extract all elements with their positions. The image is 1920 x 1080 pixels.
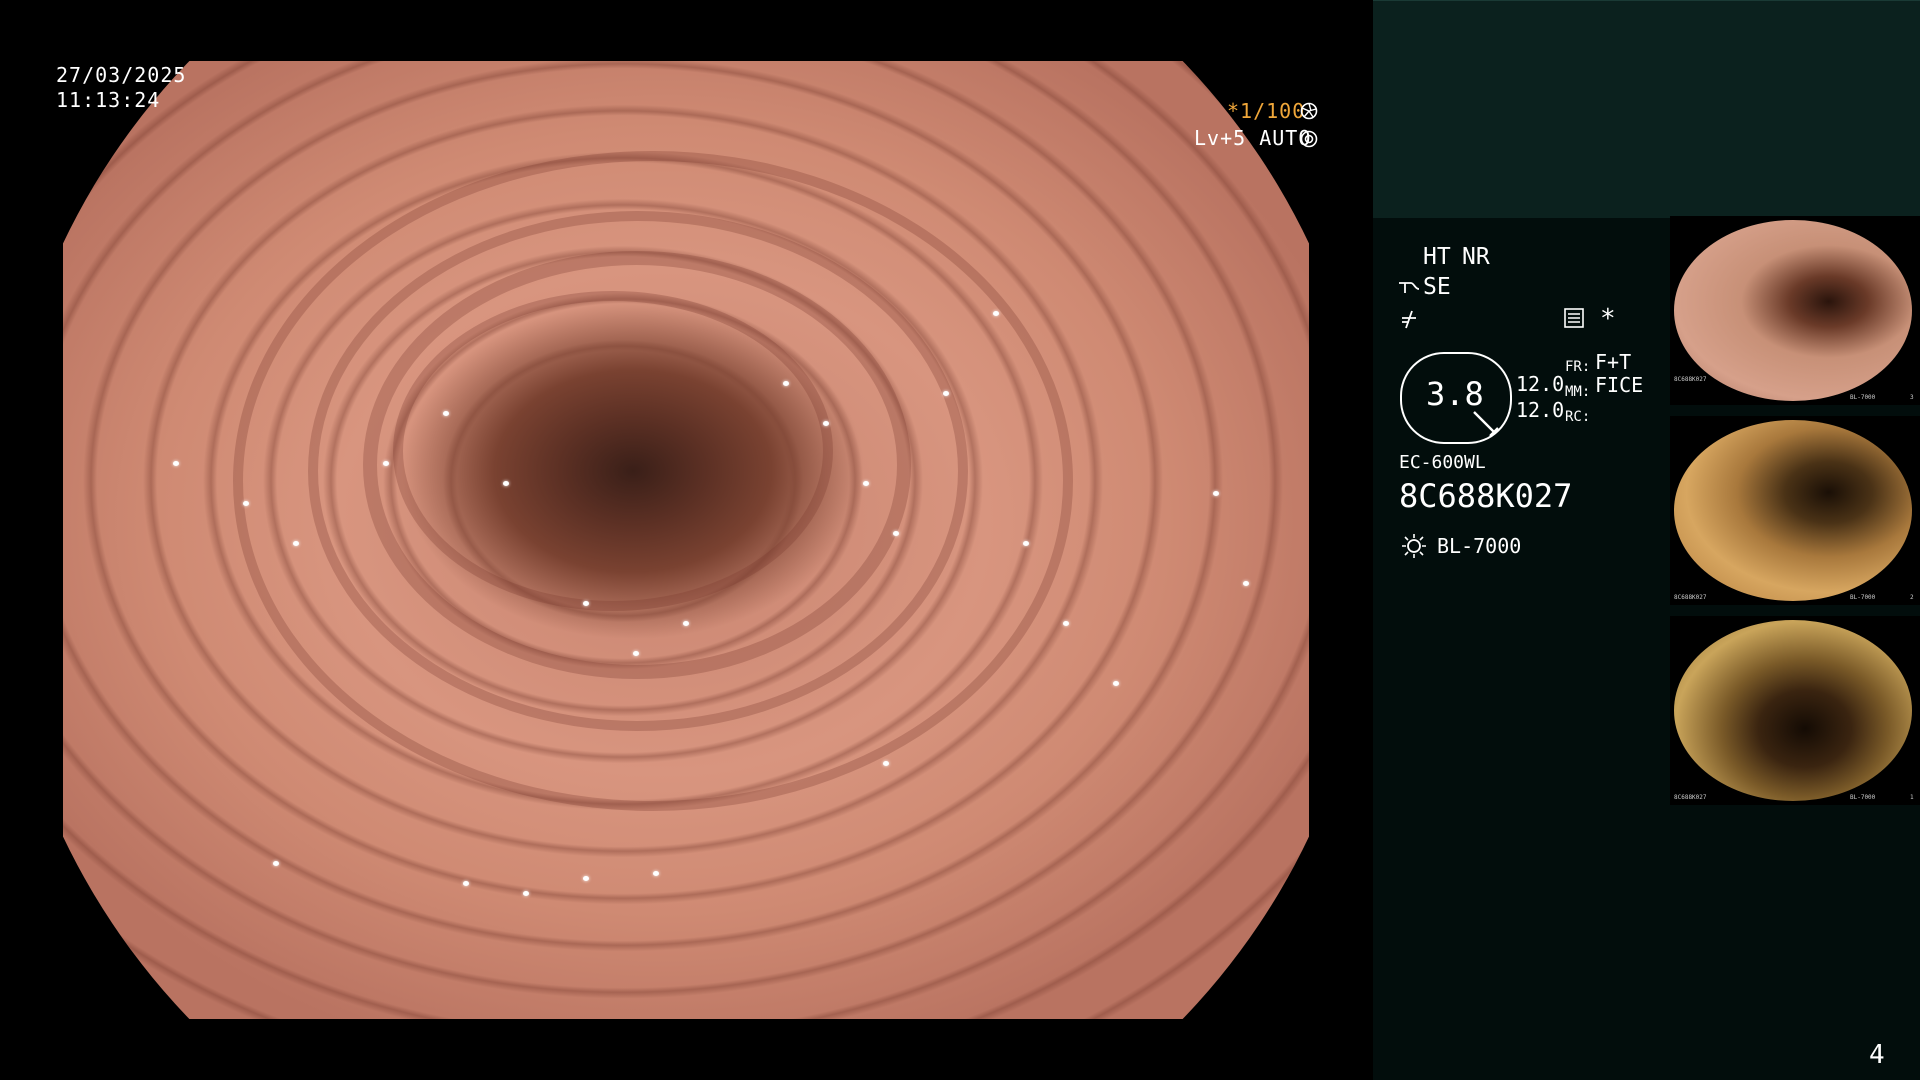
thumbnail-footer: BL-7000 <box>1850 394 1876 401</box>
fr-label: FR: <box>1565 359 1591 375</box>
mm-label: MM: <box>1565 384 1591 400</box>
thumbnail-index: 2 <box>1910 594 1914 601</box>
thumbnail-caption: 8C688K027 <box>1674 794 1707 801</box>
thumbnail-footer: BL-7000 <box>1850 594 1876 601</box>
endoscopic-image <box>63 61 1309 1019</box>
endoscope-main-view: 27/03/2025 11:13:24 *1/100 Lv+5 AUTO <box>0 0 1373 1080</box>
thumbnail-2[interactable]: 8C688K027 BL-7000 2 <box>1670 416 1920 605</box>
magnification-value: 3.8 <box>1426 375 1484 413</box>
page-number: 4 <box>1869 1040 1885 1070</box>
scope-model: EC-600WL <box>1399 452 1486 473</box>
memory-card-icon <box>1564 308 1584 328</box>
asterisk-mark: * <box>1600 304 1616 334</box>
thumbnail-image <box>1674 620 1912 801</box>
value-b: 12.0 <box>1516 398 1565 422</box>
contrast-icon <box>1402 310 1416 329</box>
time-label: 11:13:24 <box>56 88 161 112</box>
thumbnail-1[interactable]: 8C688K027 BL-7000 1 <box>1670 616 1920 805</box>
lamp-icon <box>1402 534 1426 558</box>
date-label: 27/03/2025 <box>56 63 187 87</box>
thumbnail-index: 1 <box>1910 794 1914 801</box>
thumbnail-3[interactable]: 8C688K027 BL-7000 3 <box>1670 216 1920 405</box>
light-level-label: Lv+5 AUTO <box>1194 126 1312 150</box>
mode-ht: HT <box>1423 244 1451 270</box>
value-a: 12.0 <box>1516 372 1565 396</box>
panel-header-bar <box>1373 0 1920 218</box>
structure-enhance-icon <box>1399 282 1420 293</box>
iris-icon <box>1300 130 1318 148</box>
thumbnail-caption: 8C688K027 <box>1674 376 1707 383</box>
scope-serial: 8C688K027 <box>1399 477 1573 515</box>
thumbnail-image <box>1674 220 1912 401</box>
thumbnail-index: 3 <box>1910 394 1914 401</box>
aperture-icon <box>1300 102 1318 120</box>
shutter-label: *1/100 <box>1227 99 1306 123</box>
magnifier-handle-icon <box>1473 411 1499 437</box>
thumbnail-footer: BL-7000 <box>1850 794 1876 801</box>
light-source: BL-7000 <box>1437 534 1522 558</box>
mm-value: FICE <box>1595 373 1644 397</box>
thumbnail-image <box>1674 420 1912 601</box>
thumbnail-caption: 8C688K027 <box>1674 594 1707 601</box>
rc-label: RC: <box>1565 409 1591 425</box>
mode-se: SE <box>1423 274 1451 300</box>
mode-nr: NR <box>1462 244 1490 270</box>
info-panel: HT NR SE * 3.8 12.0 12.0 FR: F+T MM: FIC… <box>1373 0 1920 1080</box>
